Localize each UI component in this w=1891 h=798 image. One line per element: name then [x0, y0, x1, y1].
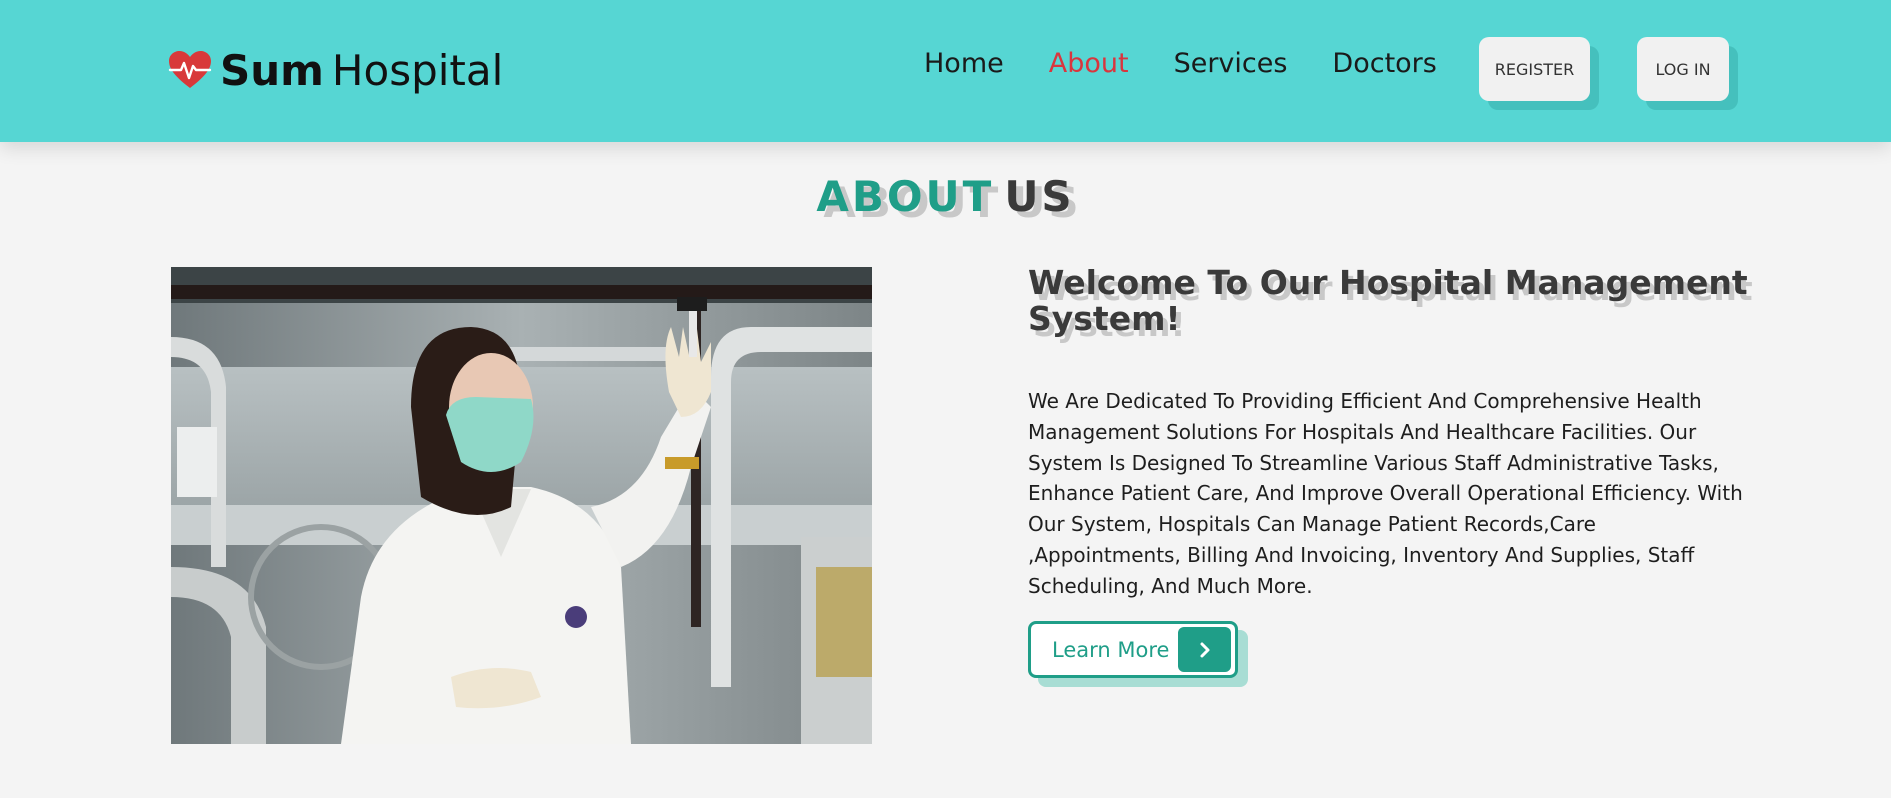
- site-logo[interactable]: Sum Hospital: [168, 44, 503, 96]
- learn-more-label: Learn More: [1052, 637, 1170, 662]
- welcome-heading: Welcome To Our Hospital Management Syste…: [1028, 263, 1748, 338]
- title-about-word: ABOUT: [816, 172, 995, 221]
- about-section-title: ABOUT US: [0, 172, 1891, 221]
- doctor-photo-illustration: [171, 267, 872, 744]
- nav-about[interactable]: About: [1049, 48, 1129, 79]
- learn-more-button[interactable]: Learn More: [1028, 621, 1238, 678]
- site-header: Sum Hospital Home About Services Doctors …: [0, 0, 1891, 142]
- chevron-right-icon: [1178, 627, 1231, 672]
- register-button[interactable]: REGISTER: [1479, 37, 1590, 101]
- about-description: We Are Dedicated To Providing Efficient …: [1028, 389, 1743, 598]
- main-nav: Home About Services Doctors: [924, 48, 1437, 79]
- logo-bold-text: Sum: [220, 45, 324, 95]
- nav-services[interactable]: Services: [1174, 48, 1288, 79]
- nav-doctors[interactable]: Doctors: [1332, 48, 1436, 79]
- nav-home[interactable]: Home: [924, 48, 1004, 79]
- title-us-word: US: [1004, 172, 1075, 221]
- logo-text: Sum Hospital: [220, 46, 503, 95]
- logo-light-text: Hospital: [331, 45, 504, 95]
- heart-pulse-icon: [168, 51, 212, 88]
- login-button[interactable]: LOG IN: [1637, 37, 1729, 101]
- doctor-photo: [171, 267, 872, 744]
